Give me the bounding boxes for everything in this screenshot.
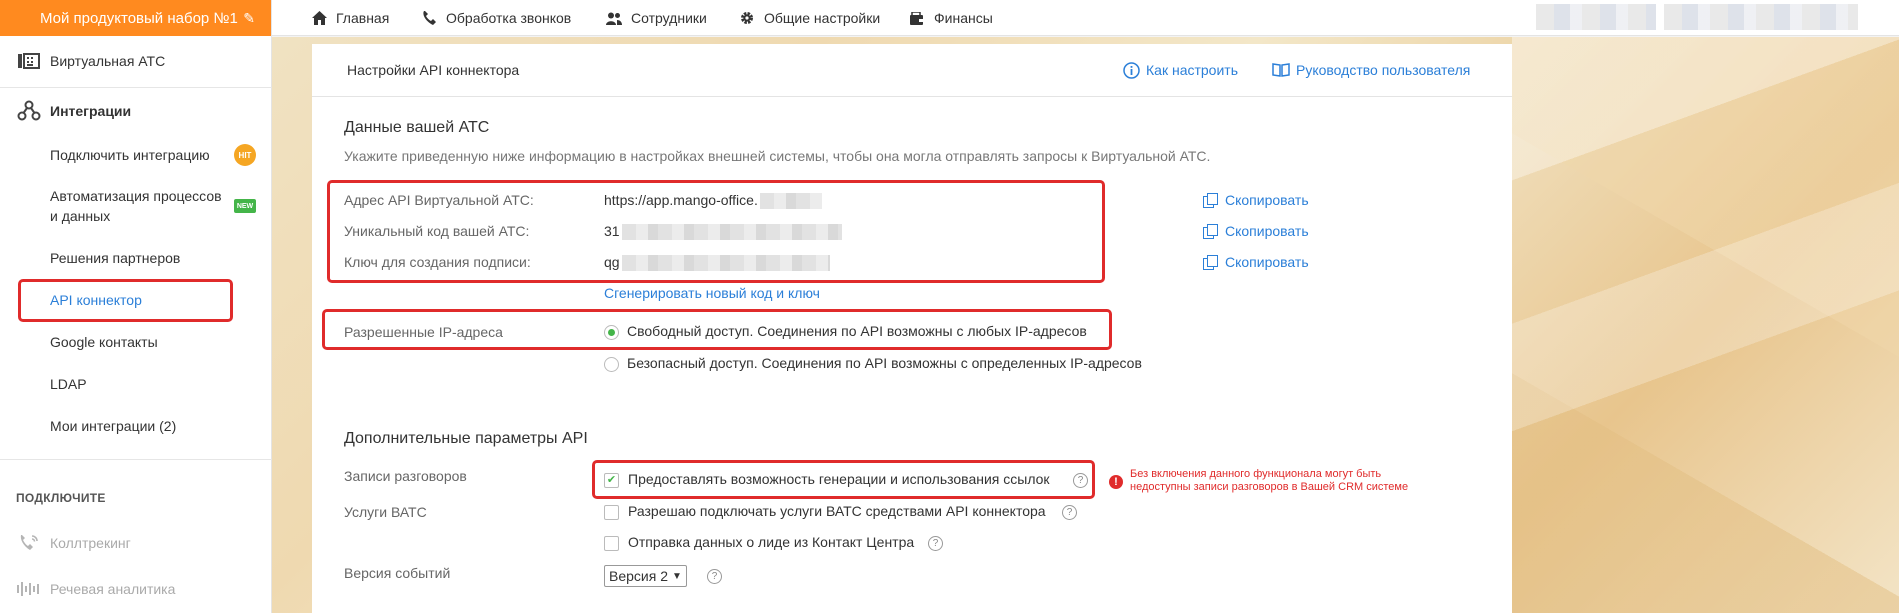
divider xyxy=(0,87,272,88)
how-to-link[interactable]: Как настроить xyxy=(1122,61,1238,79)
sidebar-item-speech-analytics[interactable]: Речевая аналитика xyxy=(0,576,272,602)
sidebar-item-automation-line2[interactable]: и данных xyxy=(50,206,110,226)
connect-section-title: ПОДКЛЮЧИТЕ xyxy=(16,491,106,505)
nav-label: Финансы xyxy=(934,10,993,26)
phone-icon xyxy=(420,11,438,25)
highlight-box xyxy=(327,180,1105,283)
user-guide-label: Руководство пользователя xyxy=(1296,62,1471,78)
integrations-icon xyxy=(16,100,42,122)
api-settings-panel: Настройки API коннектора Как настроить Р… xyxy=(312,44,1512,613)
background-pattern xyxy=(1512,37,1899,613)
product-title: Мой продуктовый набор №1 xyxy=(40,9,238,27)
sidebar-item-label: Интеграции xyxy=(50,103,132,119)
highlight-box xyxy=(322,309,1112,350)
highlight-box xyxy=(592,460,1095,499)
panel-header: Настройки API коннектора Как настроить Р… xyxy=(312,44,1512,97)
nav-label: Сотрудники xyxy=(631,10,707,26)
help-icon[interactable]: ? xyxy=(707,569,722,584)
home-icon xyxy=(310,11,328,25)
sidebar-item-automation[interactable]: Автоматизация процессов xyxy=(50,186,222,206)
copy-label: Скопировать xyxy=(1225,254,1309,270)
nav-general-settings[interactable]: Общие настройки xyxy=(738,0,880,36)
services-option-label[interactable]: Разрешаю подключать услуги ВАТС средства… xyxy=(628,503,1046,519)
nav-call-processing[interactable]: Обработка звонков xyxy=(420,0,571,36)
nav-label: Общие настройки xyxy=(764,10,881,26)
pencil-icon[interactable]: ✎ xyxy=(243,10,255,27)
section-title-pbx-data: Данные вашей АТС xyxy=(344,119,490,136)
account-info[interactable] xyxy=(1536,4,1656,30)
sidebar-item-connect-integration[interactable]: Подключить интеграцию xyxy=(50,145,210,165)
wallet-icon xyxy=(908,11,926,25)
sidebar-item-integrations[interactable]: Интеграции xyxy=(0,98,272,124)
nav-employees[interactable]: Сотрудники xyxy=(605,0,707,36)
sidebar-item-label: Коллтрекинг xyxy=(50,535,131,551)
nav-label: Главная xyxy=(336,10,390,26)
call-records-label: Записи разговоров xyxy=(344,468,467,484)
events-version-value: Версия 2 xyxy=(609,568,668,584)
gear-icon xyxy=(738,11,756,25)
product-set-button[interactable]: Мой продуктовый набор №1 ✎ xyxy=(0,0,271,36)
copy-signature-key-button[interactable]: Скопировать xyxy=(1203,254,1309,270)
lead-data-checkbox[interactable] xyxy=(604,536,619,551)
section-description: Укажите приведенную ниже информацию в на… xyxy=(344,148,1211,164)
sidebar: Мой продуктовый набор №1 ✎ Виртуальная А… xyxy=(0,0,272,613)
copy-api-address-button[interactable]: Скопировать xyxy=(1203,192,1309,208)
secure-access-radio[interactable] xyxy=(604,357,619,372)
page-title: Настройки API коннектора xyxy=(347,62,520,78)
pbx-icon xyxy=(16,50,42,72)
sidebar-item-google-contacts[interactable]: Google контакты xyxy=(50,332,158,352)
hit-badge: HIT xyxy=(234,144,256,166)
lead-data-label[interactable]: Отправка данных о лиде из Контакт Центра xyxy=(628,534,914,550)
nav-home[interactable]: Главная xyxy=(310,0,389,36)
services-checkbox[interactable] xyxy=(604,505,619,520)
sidebar-item-my-integrations[interactable]: Мои интеграции (2) xyxy=(50,416,176,436)
nav-label: Обработка звонков xyxy=(446,10,572,26)
new-badge: NEW xyxy=(234,199,256,213)
copy-label: Скопировать xyxy=(1225,192,1309,208)
user-guide-link[interactable]: Руководство пользователя xyxy=(1272,61,1470,79)
how-to-label: Как настроить xyxy=(1146,62,1238,78)
records-warning: Без включения данного функционала могут … xyxy=(1130,468,1409,493)
top-nav: Главная Обработка звонков Сотрудники Общ… xyxy=(272,0,1899,36)
copy-label: Скопировать xyxy=(1225,223,1309,239)
nav-finance[interactable]: Финансы xyxy=(908,0,993,36)
sidebar-item-calltracking[interactable]: Коллтрекинг xyxy=(0,530,272,556)
copy-icon xyxy=(1203,193,1218,208)
waveform-icon xyxy=(16,578,42,600)
events-version-select[interactable]: Версия 2 ▼ xyxy=(604,565,687,587)
sidebar-item-vats[interactable]: Виртуальная АТС xyxy=(0,48,272,74)
warning-icon: ! xyxy=(1109,475,1123,489)
pbx-services-label: Услуги ВАТС xyxy=(344,504,427,520)
users-icon xyxy=(605,12,623,25)
copy-icon xyxy=(1203,255,1218,270)
highlight-box xyxy=(18,279,233,322)
sidebar-item-partners[interactable]: Решения партнеров xyxy=(50,248,180,268)
secure-access-label[interactable]: Безопасный доступ. Соединения по API воз… xyxy=(627,355,1142,371)
sidebar-item-ldap[interactable]: LDAP xyxy=(50,374,87,394)
calltracking-icon xyxy=(16,532,42,554)
generate-new-key-link[interactable]: Сгенерировать новый код и ключ xyxy=(604,285,820,301)
account-details[interactable] xyxy=(1664,4,1858,30)
book-icon xyxy=(1272,61,1290,79)
sidebar-item-label: Виртуальная АТС xyxy=(50,53,166,69)
info-icon xyxy=(1122,61,1140,79)
divider xyxy=(0,459,272,460)
section-title-additional: Дополнительные параметры API xyxy=(344,430,588,447)
chevron-down-icon: ▼ xyxy=(672,570,682,582)
copy-icon xyxy=(1203,224,1218,239)
sidebar-item-label: Речевая аналитика xyxy=(50,581,176,597)
events-version-label: Версия событий xyxy=(344,565,451,581)
help-icon[interactable]: ? xyxy=(928,536,943,551)
help-icon[interactable]: ? xyxy=(1062,505,1077,520)
copy-unique-code-button[interactable]: Скопировать xyxy=(1203,223,1309,239)
